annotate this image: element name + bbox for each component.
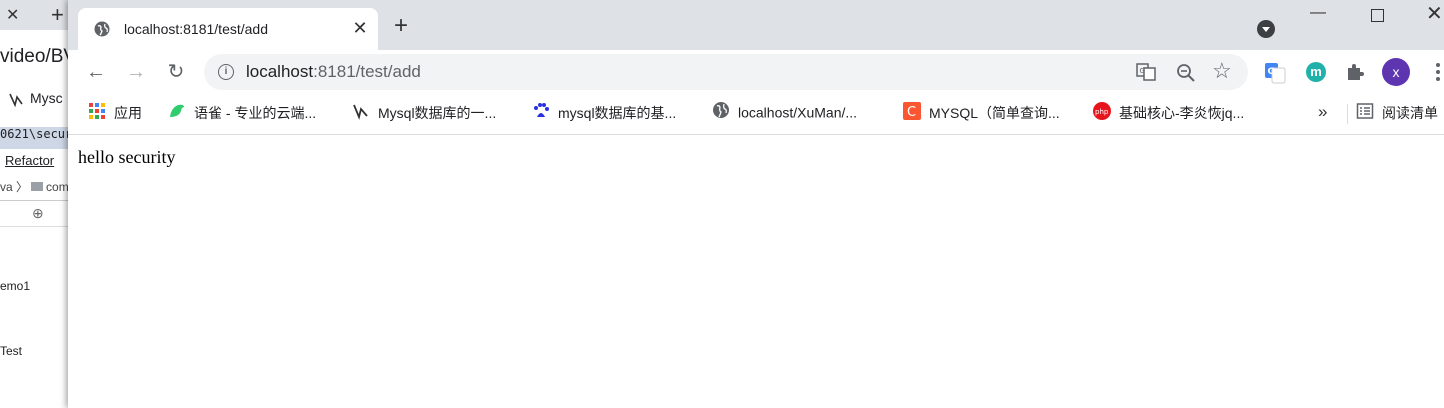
extension-m-icon[interactable]: m [1306, 62, 1326, 82]
bg-url-text[interactable]: video/BV [0, 46, 70, 68]
background-window: ✕ + video/BV Mysc 0621\securi Refactor v… [0, 0, 70, 408]
bookmark-php[interactable]: php 基础核心-李炎恢jq... [1093, 102, 1245, 125]
minimize-button[interactable]: — [1310, 4, 1326, 22]
extensions-puzzle-icon[interactable] [1345, 62, 1365, 82]
maximize-button[interactable] [1371, 9, 1384, 22]
bg-tree-item[interactable]: emo1 [0, 279, 30, 293]
close-window-button[interactable]: ✕ [1426, 1, 1443, 26]
globe-icon [94, 21, 110, 37]
bookmark-apps[interactable]: 应用 [88, 103, 142, 125]
divider [0, 200, 70, 201]
address-bar[interactable]: i localhost:8181/test/add G ☆ [204, 54, 1248, 90]
reading-list-button[interactable]: 阅读清单 [1356, 103, 1438, 123]
bookmark-mysql-1[interactable]: Mysql数据库的一... [352, 103, 496, 125]
menu-dots-icon[interactable] [1432, 62, 1444, 82]
page-content: hello security [68, 135, 1444, 408]
svg-text:C: C [907, 105, 916, 120]
bookmark-label: 语雀 - 专业的云端... [194, 105, 317, 121]
bookmarks-overflow-button[interactable]: » [1318, 102, 1327, 122]
svg-text:php: php [1095, 108, 1109, 116]
bookmark-mysql-2[interactable]: mysql数据库的基... [532, 103, 676, 125]
php-icon: php [1093, 102, 1111, 120]
baidu-paw-icon [534, 103, 549, 117]
yuque-bird-icon [170, 104, 184, 117]
bookmark-csdn[interactable]: C MYSQL（简单查询... [903, 102, 1060, 125]
tab-strip: localhost:8181/test/add ✕ + — ✕ [68, 0, 1444, 50]
bg-path-bar: 0621\securi [0, 127, 70, 149]
reading-list-icon [1356, 103, 1374, 119]
divider [0, 226, 70, 227]
bg-crumb-folder: com [46, 180, 69, 194]
bookmark-label: MYSQL（简单查询... [929, 105, 1060, 121]
bookmark-label: mysql数据库的基... [558, 105, 677, 121]
bookmark-label: localhost/XuMan/... [738, 104, 858, 121]
bg-menu-refactor[interactable]: Refactor [5, 153, 54, 168]
mysql-dolphin-icon [9, 93, 23, 108]
svg-text:G: G [1268, 67, 1275, 77]
tab-close-icon[interactable]: ✕ [350, 18, 370, 39]
globe-icon [713, 102, 729, 119]
toolbar: ← → ↻ i localhost:8181/test/add G ☆ G m [68, 50, 1444, 94]
back-button[interactable]: ← [82, 58, 110, 86]
bg-breadcrumb: va 〉 com [0, 180, 69, 194]
bookmark-star-icon[interactable]: ☆ [1212, 58, 1232, 84]
translate-icon[interactable]: G [1136, 62, 1156, 82]
bg-crumb-prefix: va [0, 180, 13, 194]
profile-avatar[interactable]: x [1382, 58, 1410, 86]
reading-list-label: 阅读清单 [1382, 105, 1438, 121]
bg-tree-item[interactable]: Test [0, 344, 22, 358]
bg-tab-close-icon[interactable]: ✕ [6, 5, 19, 25]
bookmark-localhost[interactable]: localhost/XuMan/... [712, 102, 858, 125]
bookmark-label: 基础核心-李炎恢jq... [1119, 105, 1245, 121]
tab-search-icon[interactable] [1257, 20, 1275, 38]
page-text: hello security [78, 147, 176, 167]
active-tab[interactable]: localhost:8181/test/add ✕ [78, 8, 378, 50]
bookmark-label: Mysql数据库的一... [378, 105, 497, 121]
url-path: :8181/test/add [313, 62, 421, 81]
url-text[interactable]: localhost:8181/test/add [246, 62, 421, 82]
folder-icon [31, 182, 44, 191]
new-tab-button[interactable]: + [394, 14, 408, 38]
browser-window: localhost:8181/test/add ✕ + — ✕ ← → ↻ i … [68, 0, 1444, 408]
tab-title: localhost:8181/test/add [124, 21, 268, 37]
bg-path-text: 0621\securi [0, 127, 70, 141]
url-host: localhost [246, 62, 314, 81]
divider [1347, 104, 1348, 124]
zoom-icon[interactable] [1176, 63, 1196, 83]
mysql-dolphin-icon [353, 104, 368, 120]
target-icon[interactable]: ⊕ [32, 205, 44, 222]
site-info-icon[interactable]: i [218, 64, 234, 80]
forward-button[interactable]: → [122, 58, 150, 86]
csdn-c-icon: C [903, 102, 921, 120]
apps-grid-icon [89, 103, 105, 119]
bookmarks-bar: 应用 语雀 - 专业的云端... Mysql数据库的一... mysql数据库的… [68, 94, 1444, 135]
bg-new-tab-icon[interactable]: + [51, 2, 64, 28]
bookmark-label: 应用 [114, 105, 142, 121]
reload-button[interactable]: ↻ [162, 58, 190, 86]
bg-bookmark[interactable]: Mysc [8, 90, 63, 108]
svg-text:G: G [1140, 67, 1145, 75]
bg-bookmark-label: Mysc [30, 90, 63, 106]
google-translate-extension-icon[interactable]: G [1264, 62, 1286, 84]
bookmark-yuque[interactable]: 语雀 - 专业的云端... [168, 103, 316, 125]
